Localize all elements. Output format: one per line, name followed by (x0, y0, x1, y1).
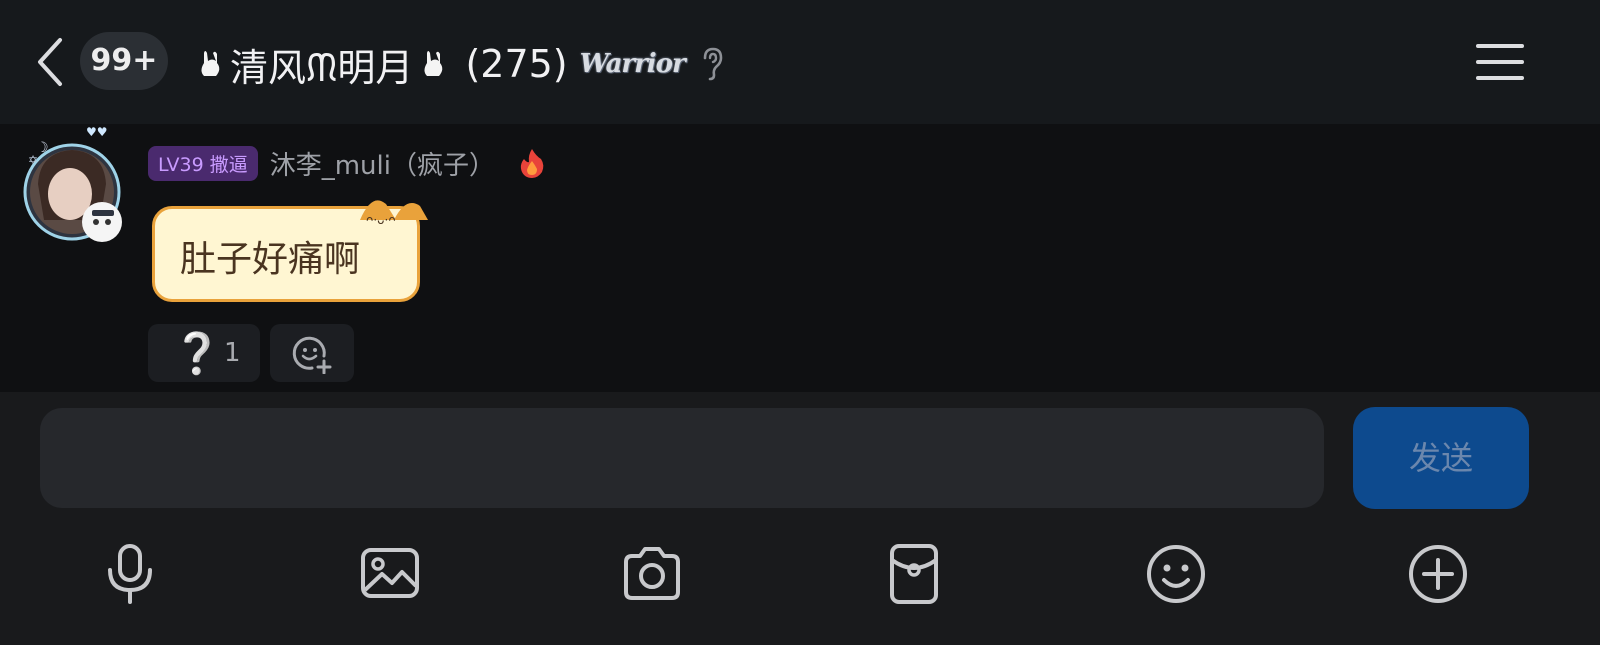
avatar[interactable]: ☽ ♥♥ ✡ (20, 124, 138, 254)
sender-name[interactable]: 沐李_muli（疯子） (270, 145, 495, 182)
message-list: ☽ ♥♥ ✡ LV39 撒逼 沐李_muli（疯子） ᴖ·ᴗ·ᴖ 肚子好痛啊 ❔… (0, 124, 1600, 392)
red-packet-icon[interactable] (882, 542, 946, 606)
bunny-icon (201, 51, 220, 76)
ear-icon[interactable] (699, 46, 727, 82)
plus-icon[interactable] (1406, 542, 1470, 606)
image-icon[interactable] (358, 542, 422, 606)
bunny-icon (424, 51, 443, 76)
question-reaction[interactable]: ❔ 1 (148, 324, 260, 382)
send-button[interactable]: 发送 (1353, 407, 1529, 509)
group-name: 清风ᙏ明月 (230, 45, 414, 90)
svg-text:✡: ✡ (28, 153, 38, 167)
reaction-count: 1 (224, 338, 241, 368)
warrior-badge: Warrior (579, 49, 686, 79)
fire-icon (520, 149, 544, 178)
member-count: (275) (465, 42, 568, 86)
level-badge: LV39 撒逼 (148, 145, 258, 181)
microphone-icon[interactable] (98, 542, 162, 606)
chat-title[interactable]: 清风ᙏ明月 (275) Warrior (190, 36, 727, 92)
message-input[interactable] (40, 408, 1324, 508)
composer: 发送 (0, 392, 1600, 645)
menu-icon[interactable] (1474, 40, 1526, 84)
message-meta: LV39 撒逼 沐李_muli（疯子） (148, 145, 547, 181)
unread-count-badge[interactable]: 99+ (80, 32, 168, 90)
add-reaction-icon (292, 336, 332, 374)
chat-header: 99+ 清风ᙏ明月 (275) Warrior (0, 0, 1600, 124)
camera-icon[interactable] (620, 542, 684, 606)
message-bubble[interactable]: ᴖ·ᴗ·ᴖ 肚子好痛啊 (150, 200, 428, 302)
question-emoji: ❔ (172, 331, 222, 377)
emoji-icon[interactable] (1144, 542, 1208, 606)
add-reaction-button[interactable] (270, 324, 354, 382)
cat-ears-decoration: ᴖ·ᴗ·ᴖ (360, 200, 428, 227)
back-icon[interactable] (30, 36, 70, 88)
svg-text:ᴖ·ᴗ·ᴖ: ᴖ·ᴗ·ᴖ (366, 213, 396, 227)
svg-text:♥♥: ♥♥ (86, 125, 108, 139)
message-text: 肚子好痛啊 (180, 239, 361, 280)
